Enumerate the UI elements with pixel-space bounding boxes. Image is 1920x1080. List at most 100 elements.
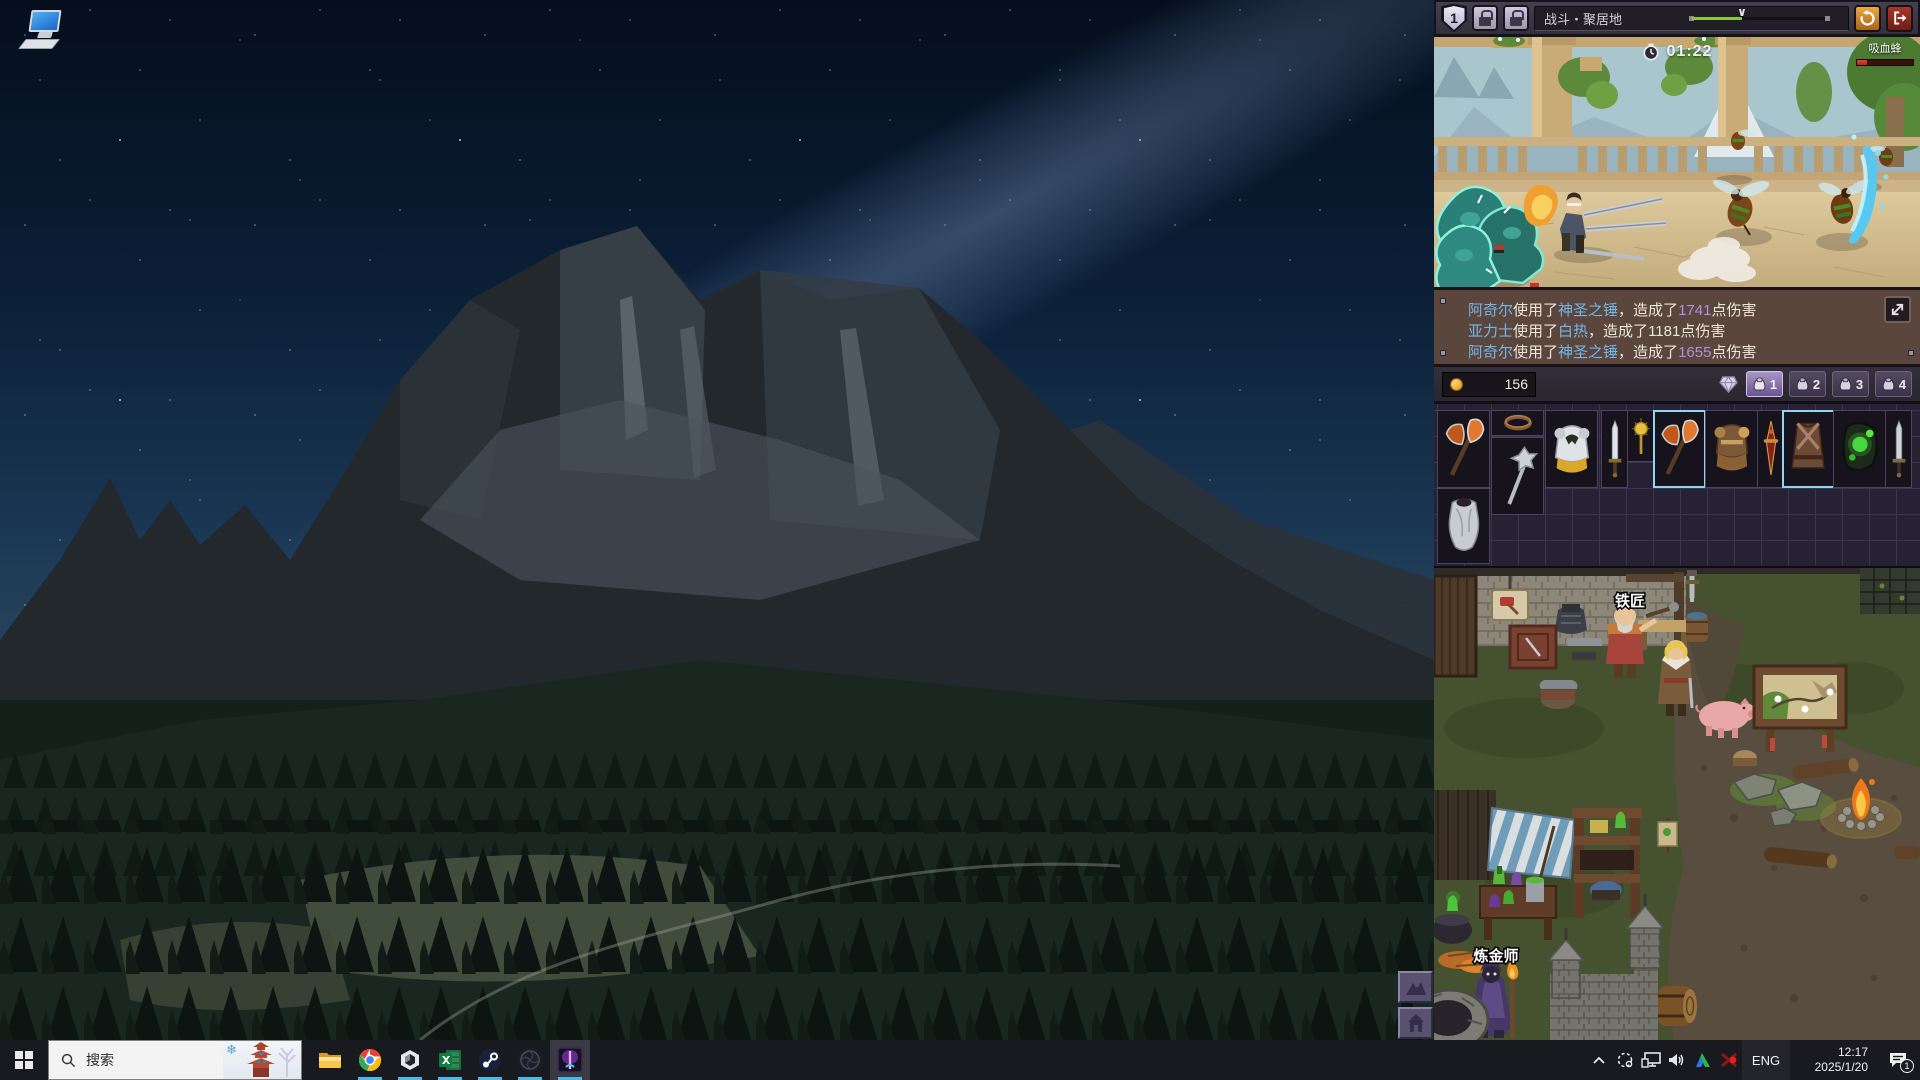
scene-nav-buttons bbox=[1398, 971, 1433, 1043]
windows-logo bbox=[15, 1051, 33, 1069]
item-ruby-dagger[interactable] bbox=[1757, 410, 1784, 488]
battle-scene[interactable]: 01:22 吸血蜂 bbox=[1434, 37, 1920, 287]
computer-icon[interactable] bbox=[18, 10, 68, 58]
gold-field: 156 bbox=[1442, 371, 1536, 397]
screen: 1 战斗・聚居地 ∨ 01:22 吸血蜂 阿奇尔使用了神圣之锤，造成了1741点… bbox=[0, 0, 1920, 1080]
item-bronze-armor[interactable] bbox=[1705, 410, 1758, 488]
item-steel-breastplate[interactable] bbox=[1437, 488, 1490, 564]
log-line: 亚力士使用了白热，造成了1181点伤害 bbox=[1468, 323, 1726, 340]
item-bat-crest-armor[interactable] bbox=[1545, 410, 1598, 488]
taskbar-apps bbox=[310, 1040, 590, 1080]
notification-badge: 1 bbox=[1900, 1059, 1914, 1073]
search-icon bbox=[61, 1053, 76, 1067]
rivet bbox=[1440, 350, 1446, 356]
item-battle-axe[interactable] bbox=[1437, 410, 1490, 488]
item-longsword[interactable] bbox=[1601, 410, 1628, 488]
item-battle-axe-selected[interactable] bbox=[1653, 410, 1706, 488]
bag-number: 3 bbox=[1855, 376, 1864, 392]
rivet bbox=[1908, 350, 1914, 356]
bag-tabs: 1 2 3 4 bbox=[1716, 371, 1912, 397]
log-line: 阿奇尔使用了神圣之锤，造成了1741点伤害 bbox=[1468, 302, 1757, 319]
level-shield-badge[interactable]: 1 bbox=[1441, 3, 1467, 33]
log-line: 阿奇尔使用了神圣之锤，造成了1655点伤害 bbox=[1468, 344, 1757, 361]
unity-icon[interactable] bbox=[390, 1040, 430, 1080]
item-leather-vest-selected[interactable] bbox=[1782, 410, 1835, 488]
item-gold-scepter[interactable] bbox=[1627, 410, 1654, 462]
item-longsword[interactable] bbox=[1885, 410, 1912, 488]
battle-log[interactable]: 阿奇尔使用了神圣之锤，造成了1741点伤害 亚力士使用了白热，造成了1181点伤… bbox=[1434, 287, 1920, 367]
house-icon[interactable] bbox=[1398, 1007, 1433, 1039]
stage-select-dropdown[interactable]: 战斗・聚居地 ∨ bbox=[1534, 5, 1849, 31]
snow-tree-icon bbox=[278, 1047, 296, 1077]
game-topbar: 1 战斗・聚居地 ∨ bbox=[1434, 0, 1920, 37]
record-icon[interactable] bbox=[1612, 1040, 1638, 1080]
barrel-water bbox=[1686, 612, 1708, 642]
taskbar-clock[interactable]: 12:17 2025/1/20 bbox=[1790, 1040, 1876, 1080]
clock-icon bbox=[1642, 43, 1659, 61]
steam-icon[interactable] bbox=[470, 1040, 510, 1080]
gold-coin-icon bbox=[1450, 377, 1463, 391]
item-green-glow-armor[interactable] bbox=[1833, 410, 1886, 488]
notification-bubble-icon[interactable]: 1 bbox=[1876, 1040, 1920, 1080]
barrel-side bbox=[1658, 986, 1697, 1026]
enemy-name: 吸血蜂 bbox=[1868, 43, 1902, 55]
start-button[interactable] bbox=[0, 1040, 48, 1080]
volume-icon[interactable] bbox=[1664, 1040, 1690, 1080]
stage-progress-slider[interactable]: ∨ bbox=[1689, 5, 1830, 21]
bag-tab-2[interactable]: 2 bbox=[1789, 371, 1826, 397]
search-placeholder: 搜索 bbox=[86, 1052, 114, 1068]
item-leather-ring[interactable] bbox=[1491, 410, 1544, 436]
clock-time: 12:17 bbox=[1837, 1045, 1868, 1059]
chevron-down-icon: ∨ bbox=[1737, 4, 1747, 19]
rivet bbox=[1440, 298, 1446, 304]
red-toolbox bbox=[1508, 624, 1558, 670]
refresh-icon[interactable] bbox=[1854, 4, 1881, 32]
expand-icon[interactable] bbox=[1884, 296, 1911, 323]
bag-tab-3[interactable]: 3 bbox=[1832, 371, 1869, 397]
system-tray: ENG 12:17 2025/1/20 1 bbox=[1586, 1040, 1920, 1080]
enemy-status: 吸血蜂 bbox=[1856, 40, 1914, 66]
bag-number: 1 bbox=[1769, 376, 1778, 392]
chrome-icon[interactable] bbox=[350, 1040, 390, 1080]
mountain-landscape bbox=[0, 226, 1434, 1040]
village-map: 铁匠 炼金师 bbox=[1434, 568, 1920, 1040]
monitor-stand-glyph bbox=[37, 32, 53, 38]
lock-icon[interactable] bbox=[1503, 5, 1529, 31]
bag-tab-4[interactable]: 4 bbox=[1875, 371, 1912, 397]
gold-amount: 156 bbox=[1504, 376, 1528, 392]
excel-icon[interactable] bbox=[430, 1040, 470, 1080]
bag-tab-1[interactable]: 1 bbox=[1746, 371, 1783, 397]
search-input[interactable]: 搜索 ❄ bbox=[48, 1040, 302, 1080]
blacksmith-label: 铁匠 bbox=[1615, 592, 1645, 610]
pagoda-icon bbox=[247, 1042, 275, 1077]
inventory-grid[interactable] bbox=[1434, 404, 1920, 568]
village-scene[interactable]: 铁匠 炼金师 bbox=[1434, 568, 1920, 1040]
item-spiked-mace[interactable] bbox=[1491, 437, 1544, 515]
enemy-health-bar bbox=[1856, 59, 1914, 66]
currency-bar: 156 1 2 3 4 bbox=[1434, 367, 1920, 404]
game-dark-icon[interactable] bbox=[510, 1040, 550, 1080]
mountain-icon[interactable] bbox=[1398, 971, 1433, 1003]
a-colored-icon[interactable] bbox=[1690, 1040, 1716, 1080]
battle-background bbox=[1434, 37, 1920, 287]
anvil-round-base bbox=[1539, 680, 1578, 709]
lock-icon[interactable] bbox=[1472, 5, 1498, 31]
keyboard-glyph bbox=[18, 39, 60, 49]
game-window: 1 战斗・聚居地 ∨ 01:22 吸血蜂 阿奇尔使用了神圣之锤，造成了1741点… bbox=[1434, 0, 1920, 1040]
gem-icon[interactable] bbox=[1716, 372, 1740, 396]
snowflake-icon: ❄ bbox=[226, 1042, 237, 1057]
monitor-glyph bbox=[28, 10, 62, 32]
battle-timer: 01:22 bbox=[1434, 43, 1920, 61]
file-explorer-icon[interactable] bbox=[310, 1040, 350, 1080]
language-indicator[interactable]: ENG bbox=[1742, 1040, 1790, 1080]
battle-timer-value: 01:22 bbox=[1666, 43, 1713, 60]
red-x-icon[interactable] bbox=[1716, 1040, 1742, 1080]
display-network-icon[interactable] bbox=[1638, 1040, 1664, 1080]
chevron-up-icon[interactable] bbox=[1586, 1040, 1612, 1080]
game-purple-icon[interactable] bbox=[550, 1040, 590, 1080]
bag-number: 2 bbox=[1812, 376, 1821, 392]
exit-icon[interactable] bbox=[1886, 4, 1913, 32]
shield-badge-number: 1 bbox=[1450, 10, 1458, 26]
taskbar: 搜索 ❄ ENG 12:17 2025/1/20 1 bbox=[0, 1040, 1920, 1080]
search-highlight-image[interactable]: ❄ bbox=[223, 1041, 301, 1079]
